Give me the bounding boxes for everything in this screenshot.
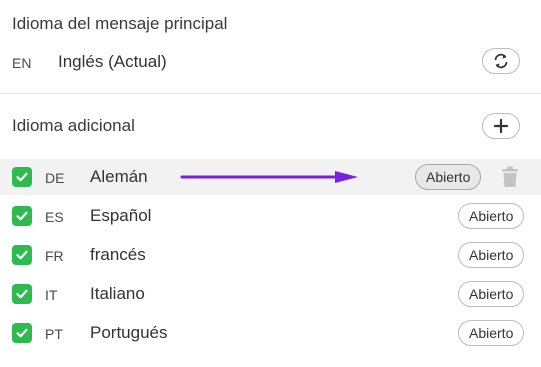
language-name: Español [90,206,152,225]
arrow-annotation-icon [180,171,358,183]
language-code: ES [45,209,64,225]
plus-icon [493,118,509,134]
refresh-icon [494,53,508,69]
change-primary-language-button[interactable] [482,48,520,74]
section-divider [0,93,541,94]
language-row-it: IT Italiano Abierto [0,276,541,312]
language-checkbox-pt[interactable] [12,323,32,343]
check-icon [16,172,28,182]
add-language-button[interactable] [482,113,520,139]
primary-language-title: Idioma del mensaje principal [12,14,228,33]
language-code: FR [45,248,64,264]
additional-language-title: Idioma adicional [12,116,135,135]
primary-language-code: EN [12,55,32,71]
language-row-fr: FR francés Abierto [0,237,541,273]
language-code: IT [45,287,58,303]
check-icon [16,289,28,299]
primary-language-row: EN Inglés (Actual) [0,44,541,80]
language-name: francés [90,245,146,264]
open-button-it[interactable]: Abierto [458,281,525,307]
language-checkbox-de[interactable] [12,167,32,187]
check-icon [16,250,28,260]
open-button-pt[interactable]: Abierto [458,320,525,346]
language-name: Alemán [90,167,148,186]
language-checkbox-es[interactable] [12,206,32,226]
language-row-pt: PT Portugués Abierto [0,315,541,351]
language-row-de: DE Alemán Abierto [0,159,541,195]
language-row-es: ES Español Abierto [0,198,541,234]
primary-language-name: Inglés (Actual) [58,52,167,71]
check-icon [16,211,28,221]
trash-icon[interactable] [499,165,521,189]
check-icon [16,328,28,338]
language-checkbox-fr[interactable] [12,245,32,265]
language-name: Portugués [90,323,168,342]
language-checkbox-it[interactable] [12,284,32,304]
open-button-fr[interactable]: Abierto [458,242,525,268]
open-button-es[interactable]: Abierto [458,203,525,229]
language-name: Italiano [90,284,145,303]
language-code: PT [45,326,63,342]
language-code: DE [45,170,65,186]
open-button-de[interactable]: Abierto [415,164,482,190]
